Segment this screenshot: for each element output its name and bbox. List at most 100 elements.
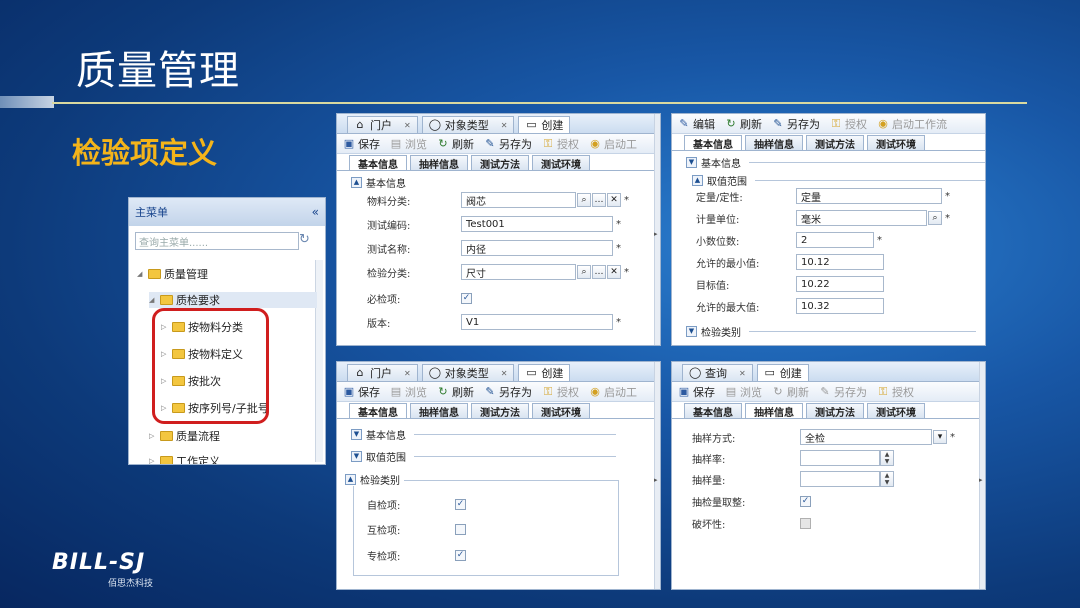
save-as-button[interactable]: ✎ 另存为 <box>772 116 820 132</box>
save-as-button[interactable]: ✎ 另存为 <box>819 384 867 400</box>
menu-scrollbar[interactable] <box>315 260 323 462</box>
browse-button[interactable]: ▤ 浏览 <box>390 384 427 400</box>
start-workflow-button[interactable]: ◉ 启动工 <box>589 136 637 152</box>
save-as-button[interactable]: ✎ 另存为 <box>484 384 532 400</box>
subtab-basic-info[interactable]: 基本信息 <box>349 403 407 419</box>
panel-scrollbar[interactable] <box>979 362 985 589</box>
fieldset-value-range[interactable]: ▲ 取值范围 <box>692 173 985 188</box>
tree-item-quality-flow[interactable]: ▷ 质量流程 <box>149 428 220 444</box>
search-icon[interactable]: ⌕ <box>928 211 942 225</box>
refresh-button[interactable]: ↻ 刷新 <box>437 384 474 400</box>
panel-scrollbar[interactable] <box>654 114 660 345</box>
fieldset-value-range[interactable]: ▼ 取值范围 <box>351 449 616 464</box>
target-value-field[interactable]: 10.22 <box>796 276 884 292</box>
close-icon[interactable]: ✕ <box>404 369 411 378</box>
mandatory-checkbox[interactable]: ✓ <box>461 293 472 304</box>
inspection-class-field[interactable]: 尺寸 <box>461 264 576 280</box>
close-icon[interactable]: ✕ <box>501 121 508 130</box>
tree-item-quality-management[interactable]: ◢ 质量管理 <box>137 266 208 282</box>
refresh-button[interactable]: ↻ 刷新 <box>772 384 809 400</box>
panel-scrollbar[interactable] <box>654 362 660 589</box>
decimals-field[interactable]: 2 <box>796 232 874 248</box>
tab-portal[interactable]: ⌂ 门户 ✕ <box>347 116 418 133</box>
save-as-button[interactable]: ✎ 另存为 <box>484 136 532 152</box>
material-class-field[interactable]: 阀芯 <box>461 192 576 208</box>
subtab-sampling-info[interactable]: 抽样信息 <box>745 403 803 419</box>
authorize-button[interactable]: ⚿ 授权 <box>877 384 914 400</box>
tab-create[interactable]: ▭ 创建 <box>756 364 809 381</box>
destructive-checkbox[interactable] <box>800 518 811 529</box>
min-value-field[interactable]: 10.12 <box>796 254 884 270</box>
refresh-button[interactable]: ↻ 刷新 <box>725 116 762 132</box>
subtab-sampling-info[interactable]: 抽样信息 <box>410 155 468 171</box>
folder-icon <box>160 295 173 305</box>
refresh-button[interactable]: ↻ 刷新 <box>437 136 474 152</box>
edit-button[interactable]: ✎ 编辑 <box>678 116 715 132</box>
fieldset-basic-info[interactable]: ▼ 基本信息 <box>686 155 985 170</box>
version-field[interactable]: V1 <box>461 314 613 330</box>
subtab-basic-info[interactable]: 基本信息 <box>349 155 407 171</box>
search-icon[interactable]: ⌕ <box>577 193 591 207</box>
subtab-test-environment[interactable]: 测试环境 <box>532 403 590 419</box>
subtab-sampling-info[interactable]: 抽样信息 <box>745 135 803 151</box>
authorize-button[interactable]: ⚿ 授权 <box>830 116 867 132</box>
chevron-down-icon[interactable]: ▾ <box>933 430 947 444</box>
subtab-test-method[interactable]: 测试方法 <box>471 403 529 419</box>
subtab-basic-info[interactable]: 基本信息 <box>684 403 742 419</box>
more-icon[interactable]: … <box>592 193 606 207</box>
refresh-icon[interactable]: ↻ <box>299 232 310 247</box>
tree-item-quality-requirement[interactable]: ◢ 质检要求 <box>149 292 317 308</box>
close-icon[interactable]: ✕ <box>501 369 508 378</box>
search-icon[interactable]: ⌕ <box>577 265 591 279</box>
tab-create[interactable]: ▭ 创建 <box>518 116 571 133</box>
subtab-test-method[interactable]: 测试方法 <box>806 403 864 419</box>
start-workflow-button[interactable]: ◉ 启动工 <box>589 384 637 400</box>
close-icon[interactable]: ✕ <box>404 121 411 130</box>
unit-field[interactable]: 毫米 <box>796 210 927 226</box>
save-button[interactable]: ▣ 保存 <box>343 136 380 152</box>
save-button[interactable]: ▣ 保存 <box>678 384 715 400</box>
start-workflow-button[interactable]: ◉ 启动工作流 <box>877 116 947 132</box>
sampling-quantity-field[interactable] <box>800 471 880 487</box>
tab-object-type[interactable]: ◯ 对象类型 ✕ <box>421 116 515 133</box>
tab-portal[interactable]: ⌂ 门户 ✕ <box>347 364 418 381</box>
mutual-inspection-checkbox[interactable] <box>455 524 466 535</box>
tab-query[interactable]: ◯ 查询 ✕ <box>682 364 753 381</box>
clear-icon[interactable]: ✕ <box>607 265 621 279</box>
special-inspection-checkbox[interactable]: ✓ <box>455 550 466 561</box>
menu-search-input[interactable]: 查询主菜单...... <box>135 232 299 250</box>
round-quantity-checkbox[interactable]: ✓ <box>800 496 811 507</box>
tab-create[interactable]: ▭ 创建 <box>518 364 571 381</box>
subtab-sampling-info[interactable]: 抽样信息 <box>410 403 468 419</box>
test-code-field[interactable]: Test001 <box>461 216 613 232</box>
close-icon[interactable]: ✕ <box>739 369 746 378</box>
browse-button[interactable]: ▤ 浏览 <box>725 384 762 400</box>
browse-button[interactable]: ▤ 浏览 <box>390 136 427 152</box>
fieldset-inspection-category[interactable]: ▲ 检验类别 <box>345 472 404 487</box>
sampling-rate-field[interactable] <box>800 450 880 466</box>
fieldset-basic-info[interactable]: ▼ 基本信息 <box>351 427 616 442</box>
subtab-test-method[interactable]: 测试方法 <box>471 155 529 171</box>
more-icon[interactable]: … <box>592 265 606 279</box>
self-inspection-checkbox[interactable]: ✓ <box>455 499 466 510</box>
save-button[interactable]: ▣ 保存 <box>343 384 380 400</box>
subtab-test-environment[interactable]: 测试环境 <box>867 135 925 151</box>
fieldset-basic-info[interactable]: ▲ 基本信息 <box>351 175 660 190</box>
sampling-mode-select[interactable]: 全检 <box>800 429 932 445</box>
fieldset-inspection-category[interactable]: ▼ 检验类别 <box>686 324 976 339</box>
test-name-field[interactable]: 内径 <box>461 240 613 256</box>
subtab-test-method[interactable]: 测试方法 <box>806 135 864 151</box>
tab-object-type[interactable]: ◯ 对象类型 ✕ <box>421 364 515 381</box>
subtab-basic-info[interactable]: 基本信息 <box>684 135 742 151</box>
max-value-field[interactable]: 10.32 <box>796 298 884 314</box>
collapse-icon[interactable]: « <box>312 205 319 219</box>
subtab-test-environment[interactable]: 测试环境 <box>532 155 590 171</box>
spinner-icon[interactable]: ▲ ▼ <box>880 450 894 466</box>
quant-qual-field[interactable]: 定量 <box>796 188 942 204</box>
spinner-icon[interactable]: ▲ ▼ <box>880 471 894 487</box>
authorize-button[interactable]: ⚿ 授权 <box>542 384 579 400</box>
authorize-button[interactable]: ⚿ 授权 <box>542 136 579 152</box>
clear-icon[interactable]: ✕ <box>607 193 621 207</box>
subtab-test-environment[interactable]: 测试环境 <box>867 403 925 419</box>
tree-item-work-definition[interactable]: ▷ 工作定义 <box>149 453 220 464</box>
